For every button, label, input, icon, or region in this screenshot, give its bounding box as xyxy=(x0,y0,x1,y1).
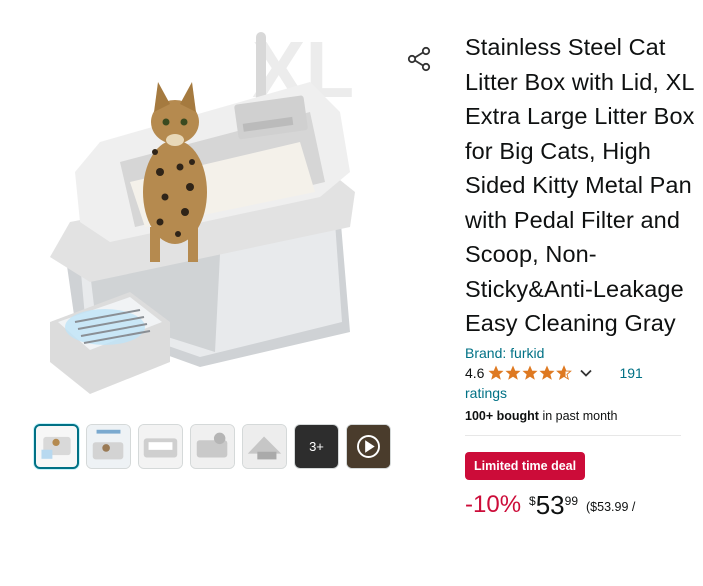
price-row: -10% $ 53 99 ($53.99 / xyxy=(465,489,697,520)
rating-value: 4.6 xyxy=(465,364,485,381)
star-icon xyxy=(539,364,555,380)
discount-percent: -10% xyxy=(465,490,522,518)
thumbnail-4[interactable] xyxy=(190,424,235,469)
product-info: Stainless Steel Cat Litter Box with Lid,… xyxy=(465,30,697,518)
star-icon xyxy=(488,364,504,380)
bought-in-past-month: 100+ bought in past month xyxy=(465,409,681,436)
share-icon[interactable] xyxy=(404,44,434,74)
unit-price: ($53.99 / xyxy=(586,499,636,514)
bought-count: 100+ bought xyxy=(465,408,539,423)
star-icon xyxy=(522,364,538,380)
star-rating[interactable] xyxy=(488,364,573,381)
limited-time-deal-badge: Limited time deal xyxy=(465,451,586,480)
thumbnail-strip: 3+ xyxy=(34,424,391,469)
price-whole: 53 xyxy=(535,489,565,520)
brand-link[interactable]: Brand: furkid xyxy=(465,345,697,361)
product-title: Stainless Steel Cat Litter Box with Lid,… xyxy=(465,34,695,336)
video-thumbnail[interactable] xyxy=(346,424,391,469)
more-images-label: 3+ xyxy=(309,439,324,454)
price-currency: $ xyxy=(529,493,536,508)
more-images-button[interactable]: 3+ xyxy=(294,424,339,469)
thumbnail-5[interactable] xyxy=(242,424,287,469)
thumbnail-1[interactable] xyxy=(34,424,79,469)
price-fraction: 99 xyxy=(564,493,578,508)
star-half-icon xyxy=(556,364,573,380)
bought-period: in past month xyxy=(538,408,618,423)
product-main-image[interactable]: XL xyxy=(20,22,400,400)
thumbnail-2[interactable] xyxy=(86,424,131,469)
thumbnail-3[interactable] xyxy=(138,424,183,469)
rating-count-link[interactable]: 191 xyxy=(619,365,642,381)
rating-row: 4.6 191 xyxy=(465,365,697,381)
ratings-word-link[interactable]: ratings xyxy=(465,385,697,401)
chevron-down-icon[interactable] xyxy=(579,366,593,380)
star-icon xyxy=(505,364,521,380)
